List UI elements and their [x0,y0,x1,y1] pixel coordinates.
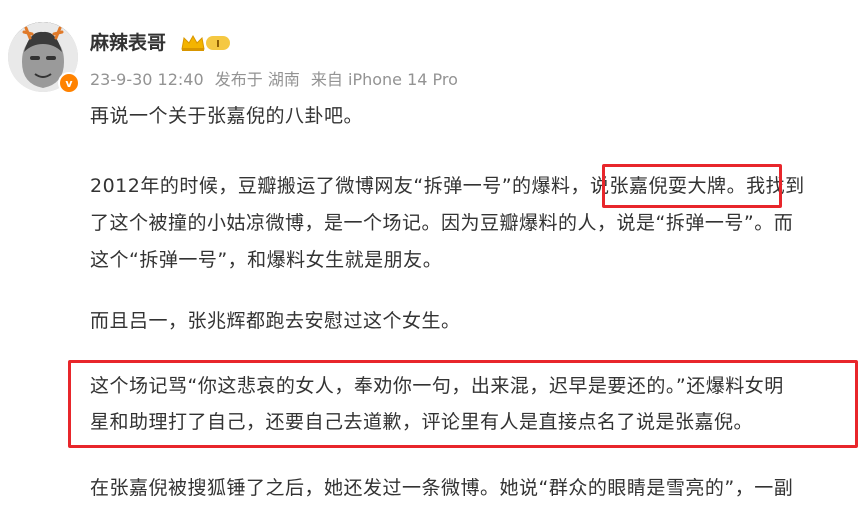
post-source: 来自 iPhone 14 Pro [310,70,458,89]
paragraph-4-line-2: 星和助理打了自己，还要自己去道歉，评论里有人是直接点名了说是张嘉倪。 [90,411,754,433]
paragraph-2-line-3: 这个“拆弹一号”，和爆料女生就是朋友。 [90,249,443,271]
paragraph-2-text-a: 2012年的时候，豆瓣搬运了微博网友“拆弹一号”的爆料， [90,175,591,197]
author-name[interactable]: 麻辣表哥 [90,28,166,55]
paragraph-1: 再说一个关于张嘉倪的八卦吧。 [90,105,364,127]
level-badge-label: I [216,39,220,50]
paragraph-2-line-2: 了这个被撞的小姑凉微博，是一个场记。因为豆瓣爆料的人，说是“拆弹一号”。而 [90,212,794,234]
paragraph-3: 而且吕一，张兆辉都跑去安慰过这个女生。 [90,310,461,332]
avatar-container[interactable]: v [8,22,80,94]
post-meta: 23-9-30 12:40 发布于 湖南 来自 iPhone 14 Pro [90,66,464,90]
highlight-box-phrase [602,164,782,208]
paragraph-4-line-1: 这个场记骂“你这悲哀的女人，奉劝你一句，出来混，迟早是要还的。”还爆料女明 [90,375,784,397]
verified-badge-icon: v [58,72,80,94]
post-location: 发布于 湖南 [214,70,300,89]
post-date[interactable]: 23-9-30 12:40 [90,70,204,89]
paragraph-5: 在张嘉倪被搜狐锤了之后，她还发过一条微博。她说“群众的眼睛是雪亮的”，一副 [90,477,794,499]
crown-level-icon[interactable]: I [180,33,232,53]
